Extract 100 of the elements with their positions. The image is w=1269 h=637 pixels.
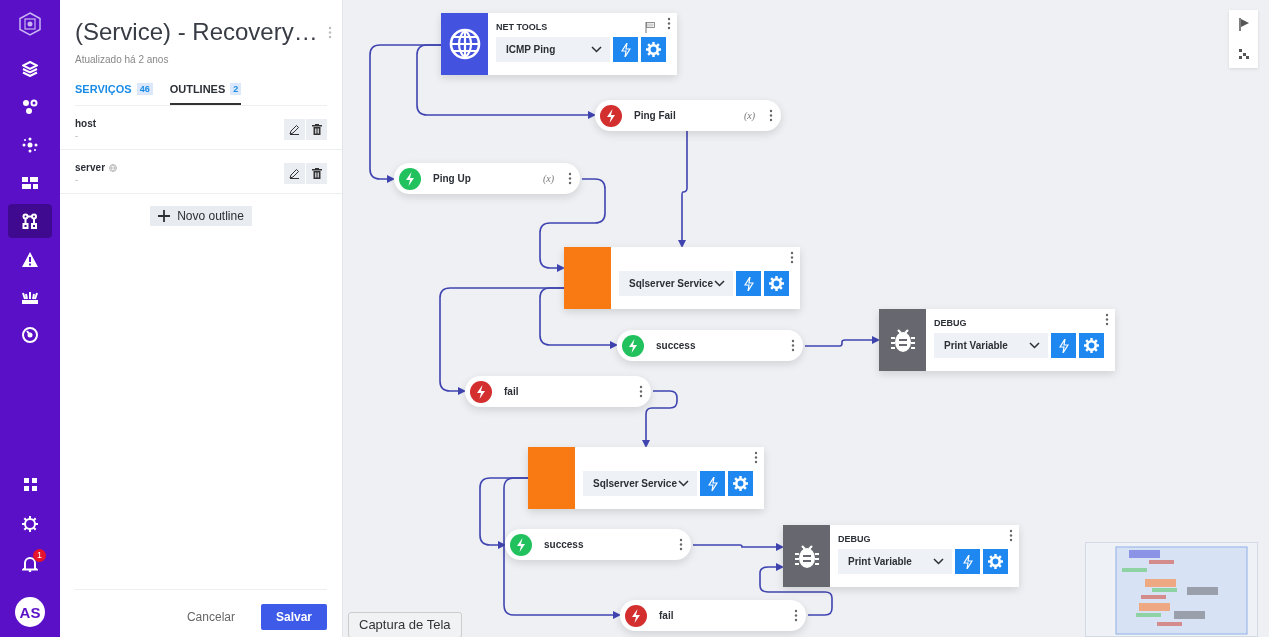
more-button[interactable] [791, 339, 795, 352]
lightning-icon [405, 171, 415, 186]
logo-icon [19, 12, 41, 36]
more-button[interactable] [568, 172, 572, 185]
outline-name: host [75, 118, 97, 129]
event-node[interactable]: Ping Up (x) [394, 163, 580, 194]
more-button[interactable] [1105, 313, 1109, 326]
kebab-icon [639, 385, 643, 398]
more-button[interactable] [667, 17, 671, 30]
nodes-icon [22, 99, 38, 115]
action-node[interactable]: Sqlserver Service [528, 447, 764, 509]
event-node[interactable]: Ping Fail (x) [595, 100, 781, 131]
outline-value: - [75, 175, 79, 185]
count-badge: 2 [230, 83, 242, 95]
edit-button[interactable] [284, 119, 305, 140]
event-label: Ping Fail [634, 110, 677, 121]
more-button[interactable] [1009, 529, 1013, 542]
lightning-icon [606, 108, 616, 123]
delete-button[interactable] [306, 119, 327, 140]
action-node[interactable]: DEBUG Print Variable [783, 525, 1019, 587]
chevron-down-icon [591, 46, 602, 53]
action-select[interactable]: Print Variable [838, 549, 952, 574]
run-button[interactable] [613, 37, 638, 62]
flag-icon [1238, 18, 1249, 31]
dots-icon [1238, 48, 1249, 59]
layers-icon [22, 61, 38, 77]
gear-icon [733, 476, 748, 491]
bell-icon [22, 556, 38, 572]
event-node[interactable]: fail [465, 376, 651, 407]
updated-text: Atualizado há 2 anos [75, 54, 170, 65]
add-outline-button[interactable]: Novo outline [150, 206, 252, 226]
settings-button[interactable] [983, 549, 1008, 574]
event-node[interactable]: success [505, 529, 691, 560]
action-node[interactable]: DEBUG Print Variable [879, 309, 1115, 371]
settings-button[interactable] [641, 37, 666, 62]
network-icon [22, 137, 38, 153]
event-node[interactable]: fail [620, 600, 806, 631]
chevron-down-icon [714, 280, 725, 287]
kebab-icon [568, 172, 572, 185]
user-avatar[interactable]: AS [15, 597, 45, 627]
panel-title: (Service) - Recovery… [75, 18, 318, 46]
run-button[interactable] [1051, 333, 1076, 358]
lightning-icon [707, 476, 718, 491]
settings-button[interactable] [764, 271, 789, 296]
count-badge: 46 [136, 83, 153, 95]
run-button[interactable] [700, 471, 725, 496]
more-button[interactable] [754, 451, 758, 464]
action-node[interactable]: Sqlserver Service [564, 247, 800, 309]
kebab-icon [769, 109, 773, 122]
action-select[interactable]: Print Variable [934, 333, 1048, 358]
pencil-icon [289, 124, 300, 135]
lightning-icon [516, 537, 526, 552]
action-select[interactable]: Sqlserver Service [619, 271, 733, 296]
gear-icon [988, 554, 1003, 569]
variable-label: (x) [743, 110, 755, 121]
chevron-down-icon [678, 480, 689, 487]
kebab-icon [1009, 529, 1013, 542]
event-node[interactable]: success [617, 330, 803, 361]
action-select[interactable]: Sqlserver Service [583, 471, 697, 496]
action-select[interactable]: ICMP Ping [496, 37, 610, 62]
notification-badge: 1 [33, 549, 46, 562]
delete-button[interactable] [306, 163, 327, 184]
chevron-down-icon [1029, 342, 1040, 349]
node-category: NET TOOLS [496, 22, 548, 32]
more-button[interactable] [769, 109, 773, 122]
more-button[interactable] [639, 385, 643, 398]
sidebar-item[interactable]: 1 [8, 547, 52, 581]
action-node[interactable]: NET TOOLS ICMP Ping [441, 13, 677, 75]
save-button[interactable]: Salvar [260, 604, 327, 630]
globe-icon [109, 163, 118, 172]
settings-icon [22, 516, 38, 532]
pencil-icon [289, 168, 300, 179]
trash-icon [311, 168, 322, 179]
more-button[interactable] [794, 609, 798, 622]
run-button[interactable] [736, 271, 761, 296]
lightning-icon [476, 384, 486, 399]
variable-label: (x) [542, 173, 554, 184]
more-button[interactable] [679, 538, 683, 551]
tab[interactable]: SERVIÇOS 46 [75, 79, 153, 105]
event-label: success [544, 539, 585, 550]
sidebar-item[interactable] [8, 204, 52, 238]
settings-button[interactable] [728, 471, 753, 496]
cancel-button[interactable]: Cancelar [180, 609, 241, 625]
outline-value: - [75, 131, 79, 141]
plus-icon [158, 210, 171, 222]
lightning-icon [628, 338, 638, 353]
tab[interactable]: OUTLINES 2 [169, 79, 242, 105]
settings-button[interactable] [1079, 333, 1104, 358]
kebab-icon [667, 17, 671, 30]
more-button[interactable] [790, 251, 794, 264]
warning-icon [22, 251, 38, 267]
run-button[interactable] [955, 549, 980, 574]
trash-icon [311, 124, 322, 135]
kebab-icon [679, 538, 683, 551]
gear-icon [1084, 338, 1099, 353]
edit-button[interactable] [284, 163, 305, 184]
kebab-icon [790, 251, 794, 264]
lightning-icon [962, 554, 973, 569]
chevron-down-icon [933, 558, 944, 565]
kebab-icon [1105, 313, 1109, 326]
